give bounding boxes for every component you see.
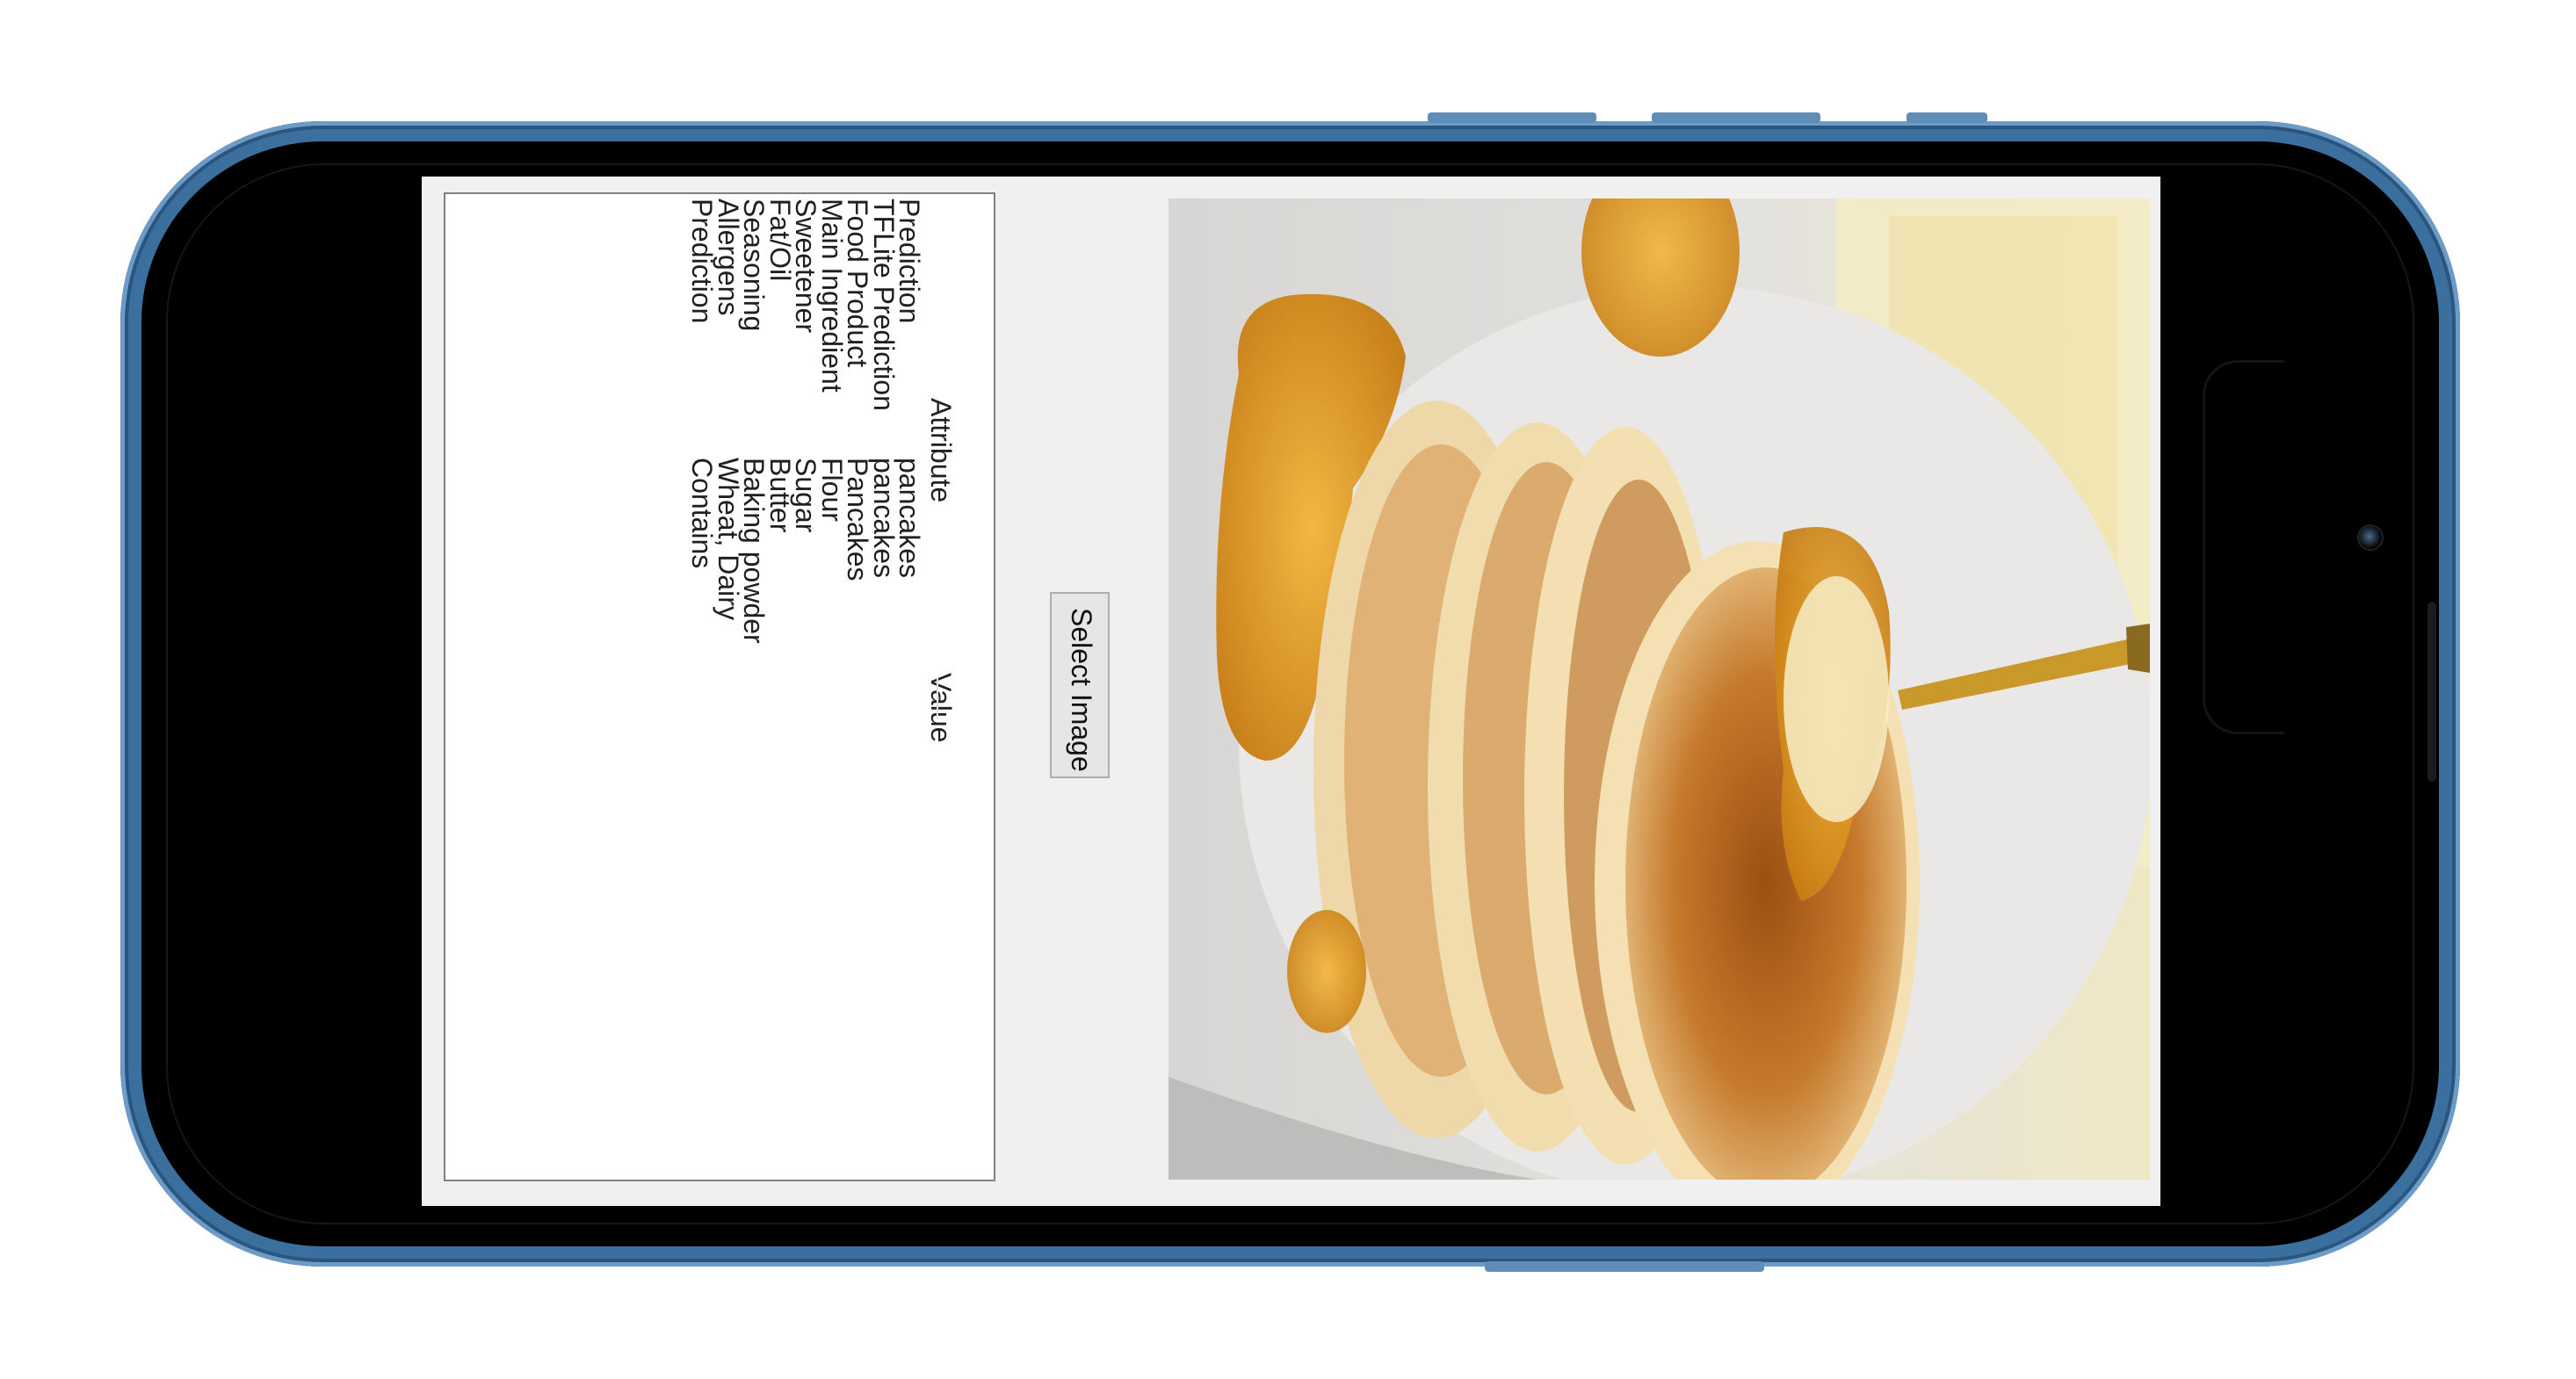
row-value: Flour bbox=[815, 458, 848, 522]
column-header-attribute[interactable]: Attribute bbox=[925, 398, 957, 502]
camera-icon bbox=[2357, 524, 2384, 551]
row-attribute: Main Ingredient bbox=[815, 199, 848, 393]
select-image-button[interactable]: Select Image bbox=[1050, 592, 1110, 778]
column-header-value[interactable]: Value bbox=[925, 673, 957, 742]
row-attribute: Fat/Oil bbox=[763, 199, 796, 282]
row-attribute: Allergens bbox=[712, 199, 744, 316]
volume-down-button bbox=[1652, 112, 1820, 123]
pancake-photo bbox=[1169, 199, 2150, 1180]
row-value: Wheat, Dairy bbox=[712, 458, 744, 620]
row-attribute: Prediction bbox=[686, 199, 718, 324]
header-divider bbox=[937, 677, 938, 719]
select-image-label: Select Image bbox=[1066, 608, 1097, 772]
row-value: Butter bbox=[763, 458, 796, 533]
row-value: Contains bbox=[686, 458, 718, 569]
volume-up-button bbox=[1428, 112, 1596, 123]
speaker-slit bbox=[2428, 602, 2436, 782]
app-window: Attribute Value Prediction pancakes TFLite… bbox=[422, 177, 2160, 1206]
mute-switch bbox=[1907, 112, 1987, 123]
notch bbox=[2203, 360, 2284, 734]
attribute-table[interactable]: Attribute Value Prediction pancakes TFLite… bbox=[444, 192, 995, 1181]
row-value: pancakes bbox=[867, 458, 900, 578]
power-button bbox=[1485, 1261, 1764, 1272]
row-attribute: TFLite Prediction bbox=[867, 199, 900, 411]
food-image bbox=[1169, 199, 2150, 1180]
